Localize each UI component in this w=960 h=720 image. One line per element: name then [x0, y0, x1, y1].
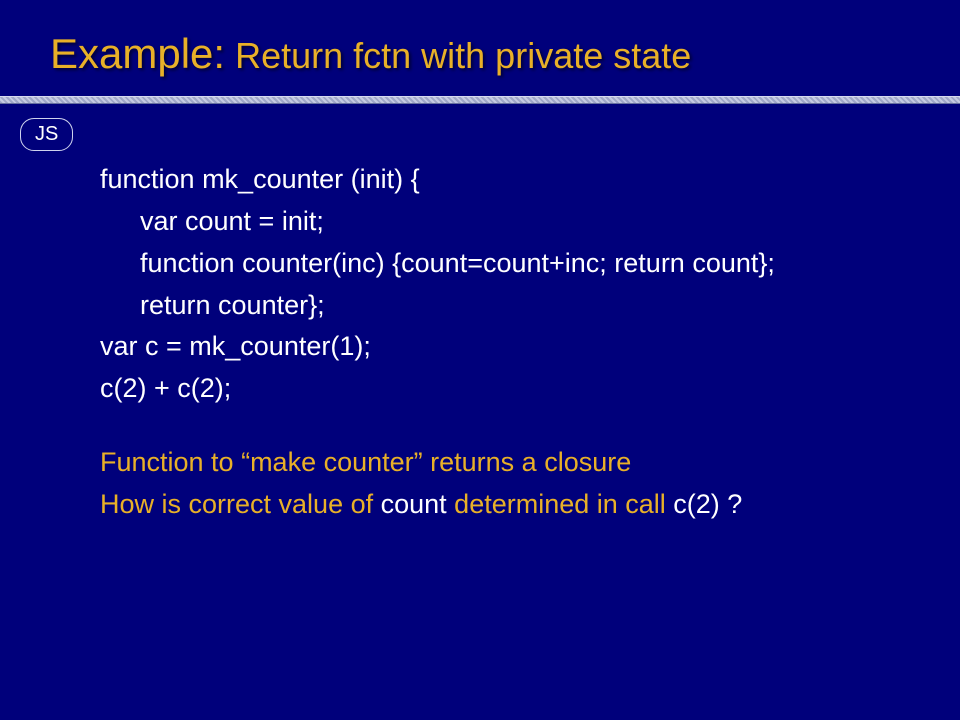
code-line: var count = init;	[100, 201, 890, 243]
code-line: c(2) + c(2);	[100, 368, 890, 410]
slide-body: function mk_counter (init) { var count =…	[0, 159, 960, 526]
title-part2: Return fctn with private state	[225, 35, 691, 76]
language-badge: JS	[20, 118, 73, 151]
note-line-2: How is correct value of count determined…	[100, 484, 890, 526]
note-line-1: Function to “make counter” returns a clo…	[100, 442, 890, 484]
note-text: determined in call	[447, 489, 674, 519]
code-line: function counter(inc) {count=count+inc; …	[100, 243, 890, 285]
code-line: return counter};	[100, 285, 890, 327]
slide: Example: Return fctn with private state …	[0, 0, 960, 720]
note-emphasis: c(2) ?	[673, 489, 742, 519]
note-text: How is correct value of	[100, 489, 381, 519]
code-line: var c = mk_counter(1);	[100, 326, 890, 368]
divider	[0, 96, 960, 104]
slide-title: Example: Return fctn with private state	[0, 30, 960, 88]
title-part1: Example:	[50, 30, 225, 77]
note-emphasis: count	[381, 489, 447, 519]
code-line: function mk_counter (init) {	[100, 159, 890, 201]
